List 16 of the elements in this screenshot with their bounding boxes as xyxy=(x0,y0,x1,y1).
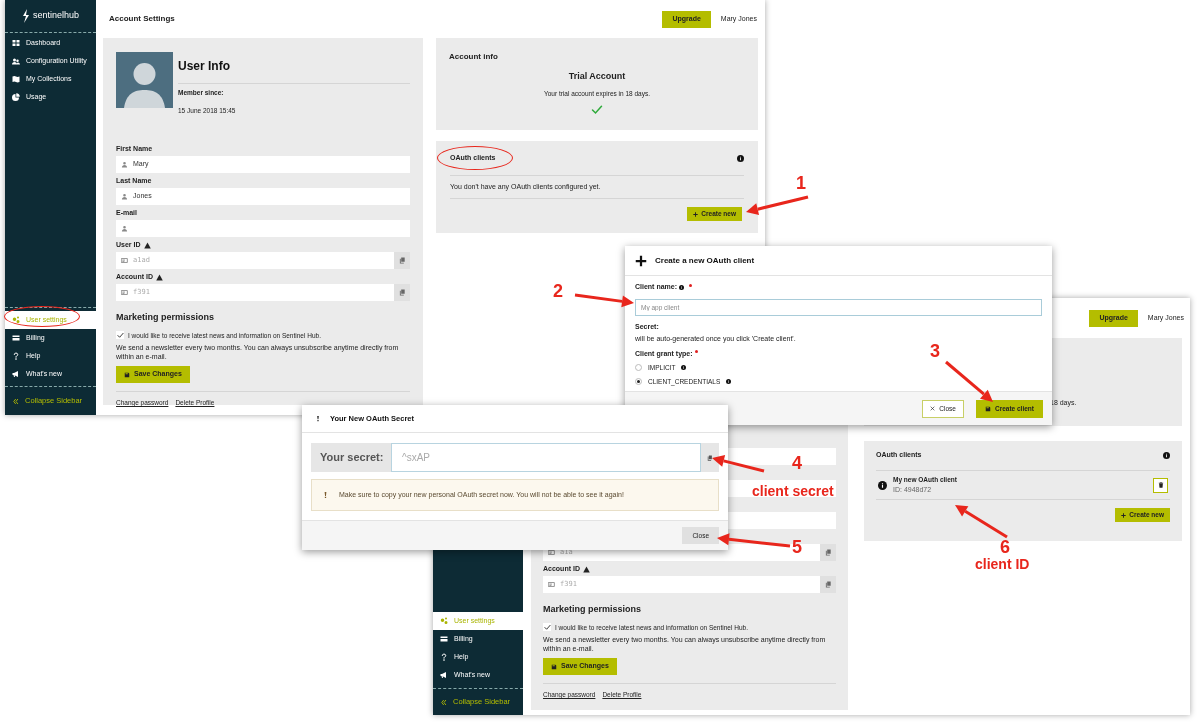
logo-text: sentinelhub xyxy=(32,9,79,23)
annotation-number: 4 xyxy=(792,454,802,472)
secret-label: Your secret: xyxy=(319,450,385,466)
section-heading: User Info xyxy=(178,52,410,84)
annotation-caption: client ID xyxy=(975,557,1030,571)
section-heading: Marketing permissions xyxy=(543,603,643,616)
panel-heading: Account info xyxy=(449,51,499,63)
annotation-caption: client secret xyxy=(752,484,834,498)
annotation-number: 3 xyxy=(930,342,940,360)
dialog-title: Create a new OAuth client xyxy=(655,254,755,267)
annotation-number: 6 xyxy=(1000,538,1010,556)
section-heading: Marketing permissions xyxy=(116,311,216,324)
annotation-number: 2 xyxy=(553,282,563,300)
page-title: Account Settings xyxy=(109,13,175,25)
plan-name: Trial Account xyxy=(568,70,626,83)
annotation-number: 1 xyxy=(796,174,806,192)
